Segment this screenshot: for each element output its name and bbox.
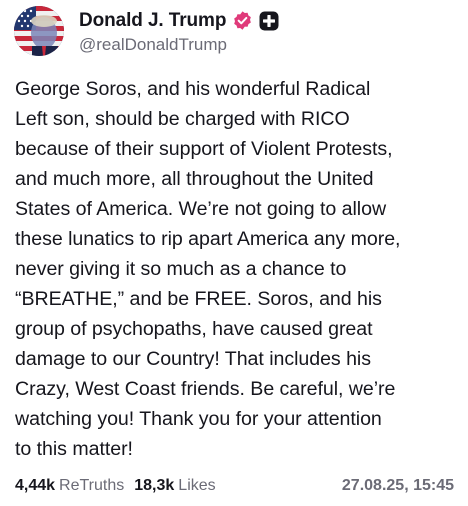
user-handle[interactable]: @realDonaldTrump (79, 35, 279, 55)
retruths-stat[interactable]: 4,44k ReTruths (15, 477, 124, 495)
likes-count: 18,3k (134, 477, 175, 494)
truth-post: Donald J. Trump @realDonaldTrump George … (0, 0, 468, 506)
post-timestamp: 27.08.25, 15:45 (341, 477, 454, 494)
post-footer: 4,44k ReTruths 18,3k Likes 27.08.25, 15:… (15, 474, 454, 498)
flag-portrait-avatar-icon (14, 6, 64, 56)
verified-badge-icon (232, 10, 253, 31)
likes-stat[interactable]: 18,3k Likes (134, 477, 215, 495)
post-text: George Soros, and his wonderful Radical … (15, 78, 401, 460)
avatar[interactable] (14, 6, 64, 56)
display-name[interactable]: Donald J. Trump (79, 10, 226, 32)
retruths-label: ReTruths (59, 477, 125, 494)
name-row: Donald J. Trump (79, 8, 279, 34)
truth-social-badge-icon (259, 11, 279, 31)
likes-label: Likes (178, 477, 216, 494)
retruths-count: 4,44k (15, 477, 56, 494)
post-header: Donald J. Trump @realDonaldTrump (14, 5, 279, 57)
author-identity: Donald J. Trump @realDonaldTrump (79, 8, 279, 55)
